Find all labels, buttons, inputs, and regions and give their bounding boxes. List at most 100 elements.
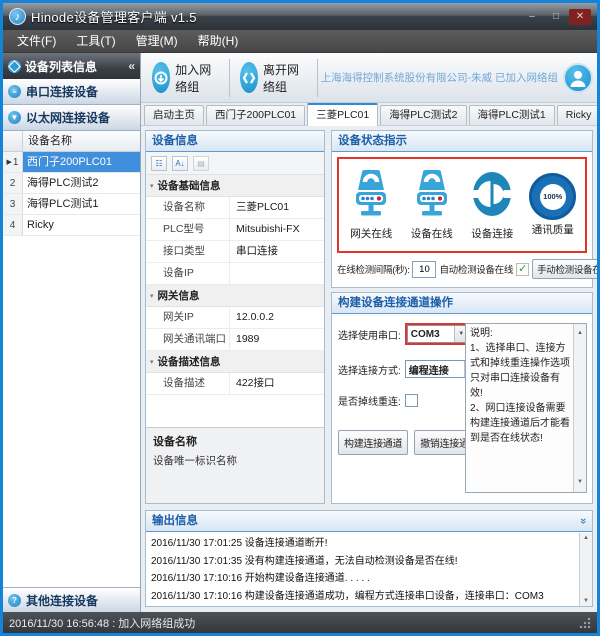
tab-2[interactable]: 西门子200PLC01 bbox=[206, 105, 305, 125]
property-label: PLC型号 bbox=[146, 219, 230, 240]
device-row[interactable]: ▶1西门子200PLC01 bbox=[3, 152, 140, 173]
auto-detect-checkbox[interactable]: ✓ bbox=[516, 263, 529, 276]
reconnect-checkbox[interactable] bbox=[405, 394, 418, 407]
property-value: 1989 bbox=[230, 329, 324, 350]
row-number-cell: 4 bbox=[3, 215, 23, 235]
communication-quality-icon: 100% bbox=[529, 173, 576, 220]
property-row[interactable]: 设备描述422接口 bbox=[146, 373, 324, 395]
serial-port-value: COM3 bbox=[408, 329, 454, 340]
sidebar-item-label: 其他连接设备 bbox=[26, 592, 98, 609]
category-collapse-icon: ▾ bbox=[150, 292, 154, 300]
device-name-column-header[interactable]: 设备名称 bbox=[23, 131, 140, 151]
minimize-button[interactable]: – bbox=[521, 9, 543, 25]
scroll-up-icon[interactable]: ▲ bbox=[577, 326, 583, 341]
menu-item-2[interactable]: 工具(T) bbox=[66, 30, 125, 53]
sidebar-collapse-icon[interactable]: « bbox=[128, 59, 135, 73]
toolbar-separator bbox=[229, 59, 230, 97]
app-window: ♪ Hinode设备管理客户端 v1.5 – □ ✕ 文件(F)工具(T)管理(… bbox=[0, 0, 600, 636]
alphabetical-sort-icon[interactable]: A↓ bbox=[172, 156, 188, 171]
manual-detect-button[interactable]: 手动检测设备在线 bbox=[532, 259, 600, 279]
close-button[interactable]: ✕ bbox=[569, 9, 591, 25]
log-line: 2016/11/30 17:10:16 构建设备连接通道成功，编程方式连接串口设… bbox=[151, 588, 576, 606]
row-number-cell: 3 bbox=[3, 194, 23, 214]
build-channel-button[interactable]: 构建连接通道 bbox=[338, 430, 408, 455]
property-category[interactable]: ▾设备描述信息 bbox=[146, 351, 324, 373]
property-grid-toolbar: ☷ A↓ ▤ bbox=[146, 152, 324, 175]
device-row[interactable]: 2海得PLC测试2 bbox=[3, 173, 140, 194]
property-label: 接口类型 bbox=[146, 241, 230, 262]
scroll-down-icon[interactable]: ▼ bbox=[577, 475, 583, 490]
property-description-title: 设备名称 bbox=[153, 433, 317, 449]
tab-4[interactable]: 海得PLC测试2 bbox=[380, 105, 466, 125]
property-row[interactable]: 设备IP bbox=[146, 263, 324, 285]
categorized-view-icon[interactable]: ☷ bbox=[151, 156, 167, 171]
menu-item-4[interactable]: 帮助(H) bbox=[188, 30, 249, 53]
property-row[interactable]: 网关IP12.0.0.2 bbox=[146, 307, 324, 329]
table-corner-cell bbox=[3, 131, 23, 151]
sidebar-item-ethernet-devices[interactable]: ▼ 以太网连接设备 bbox=[3, 105, 140, 131]
property-label: 设备描述 bbox=[146, 373, 230, 394]
row-number-cell: ▶1 bbox=[3, 152, 23, 172]
status-indicator-connect: 设备连接 bbox=[462, 169, 522, 241]
category-label: 设备描述信息 bbox=[158, 354, 221, 369]
property-value: 三菱PLC01 bbox=[230, 197, 324, 218]
property-category[interactable]: ▾ 网关信息 bbox=[146, 285, 324, 307]
row-number-cell: 2 bbox=[3, 173, 23, 193]
output-collapse-icon[interactable]: » bbox=[573, 518, 593, 524]
sidebar-item-label: 以太网连接设备 bbox=[26, 109, 110, 126]
join-network-group-button[interactable]: 加入网络组 bbox=[145, 58, 226, 98]
property-description-box: 设备名称 设备唯一标识名称 bbox=[146, 427, 324, 503]
device-table: 设备名称 ▶1西门子200PLC012海得PLC测试23海得PLC测试14Ric… bbox=[3, 131, 140, 587]
menu-item-1[interactable]: 文件(F) bbox=[7, 30, 66, 53]
device-info-panel-header: 设备信息 bbox=[146, 131, 324, 152]
indicator-label: 设备在线 bbox=[411, 226, 453, 241]
resize-grip[interactable] bbox=[579, 617, 591, 629]
tab-6[interactable]: Ricky bbox=[557, 105, 600, 125]
serial-port-select[interactable]: COM3 ▼ bbox=[407, 325, 469, 343]
menu-item-3[interactable]: 管理(M) bbox=[126, 30, 188, 53]
join-group-label: 加入网络组 bbox=[175, 61, 219, 95]
property-row[interactable]: 网关通讯端口1989 bbox=[146, 329, 324, 351]
scroll-up-icon[interactable]: ▲ bbox=[583, 535, 589, 541]
device-list-icon bbox=[8, 60, 21, 73]
indicator-label: 设备连接 bbox=[471, 226, 513, 241]
maximize-button[interactable]: □ bbox=[545, 9, 567, 25]
tabstrip: 启动主页西门子200PLC01三菱PLC01海得PLC测试2海得PLC测试1Ri… bbox=[141, 103, 597, 126]
main-toolbar: 加入网络组 离开网络组 上海海得控制系统股份有限公司-朱威 已加入网络组 bbox=[141, 53, 597, 103]
connection-channel-panel: 构建设备连接通道操作 选择使用串口: COM3 ▼ bbox=[331, 292, 593, 504]
sidebar-header: 设备列表信息 « bbox=[3, 53, 140, 79]
interval-input[interactable] bbox=[412, 261, 436, 278]
sidebar-item-serial-devices[interactable]: ≡ 串口连接设备 bbox=[3, 79, 140, 105]
sidebar-item-other-devices[interactable]: ? 其他连接设备 bbox=[3, 587, 140, 612]
tab-3[interactable]: 三菱PLC01 bbox=[307, 103, 378, 126]
property-row[interactable]: 接口类型串口连接 bbox=[146, 241, 324, 263]
category-label: 网关信息 bbox=[158, 288, 200, 303]
device-name-cell: 西门子200PLC01 bbox=[23, 152, 140, 172]
property-value: Mitsubishi-FX bbox=[230, 219, 324, 240]
connection-channel-body: 选择使用串口: COM3 ▼ 选择连接方式: 编程连接 bbox=[332, 315, 592, 503]
leave-network-group-button[interactable]: 离开网络组 bbox=[233, 58, 314, 98]
output-scrollbar[interactable]: ▲ ▼ bbox=[579, 533, 592, 606]
detect-interval-row: 在线检测间隔(秒): 自动检测设备在线 ✓ 手动检测设备在线 bbox=[337, 257, 589, 281]
user-avatar-icon[interactable] bbox=[563, 63, 593, 93]
join-group-icon bbox=[152, 62, 170, 93]
tab-5[interactable]: 海得PLC测试1 bbox=[469, 105, 555, 125]
serial-port-highlight-frame: COM3 ▼ bbox=[405, 323, 471, 345]
quality-value: 100% bbox=[540, 184, 566, 210]
tab-1[interactable]: 启动主页 bbox=[144, 105, 204, 125]
instruction-line: 说明: bbox=[470, 326, 571, 341]
connection-channel-panel-header: 构建设备连接通道操作 bbox=[332, 293, 592, 314]
scroll-down-icon[interactable]: ▼ bbox=[583, 598, 589, 604]
property-row[interactable]: PLC型号Mitsubishi-FX bbox=[146, 219, 324, 241]
property-category[interactable]: ▾设备基础信息 bbox=[146, 175, 324, 197]
property-label: 网关IP bbox=[146, 307, 230, 328]
instructions-scrollbar[interactable]: ▲ ▼ bbox=[573, 324, 586, 492]
content-area: 设备信息 ☷ A↓ ▤ ▾设备基础信息设备名称三菱PLC01PLC型号Mitsu… bbox=[141, 126, 597, 612]
property-row[interactable]: 设备名称三菱PLC01 bbox=[146, 197, 324, 219]
device-row[interactable]: 3海得PLC测试1 bbox=[3, 194, 140, 215]
device-row[interactable]: 4Ricky bbox=[3, 215, 140, 236]
device-status-panel-header: 设备状态指示 bbox=[332, 131, 592, 152]
instruction-line: 2、网口连接设备需要构建连接通道后才能看到是否在线状态! bbox=[470, 401, 571, 446]
property-description-text: 设备唯一标识名称 bbox=[153, 453, 317, 468]
property-pages-icon[interactable]: ▤ bbox=[193, 156, 209, 171]
